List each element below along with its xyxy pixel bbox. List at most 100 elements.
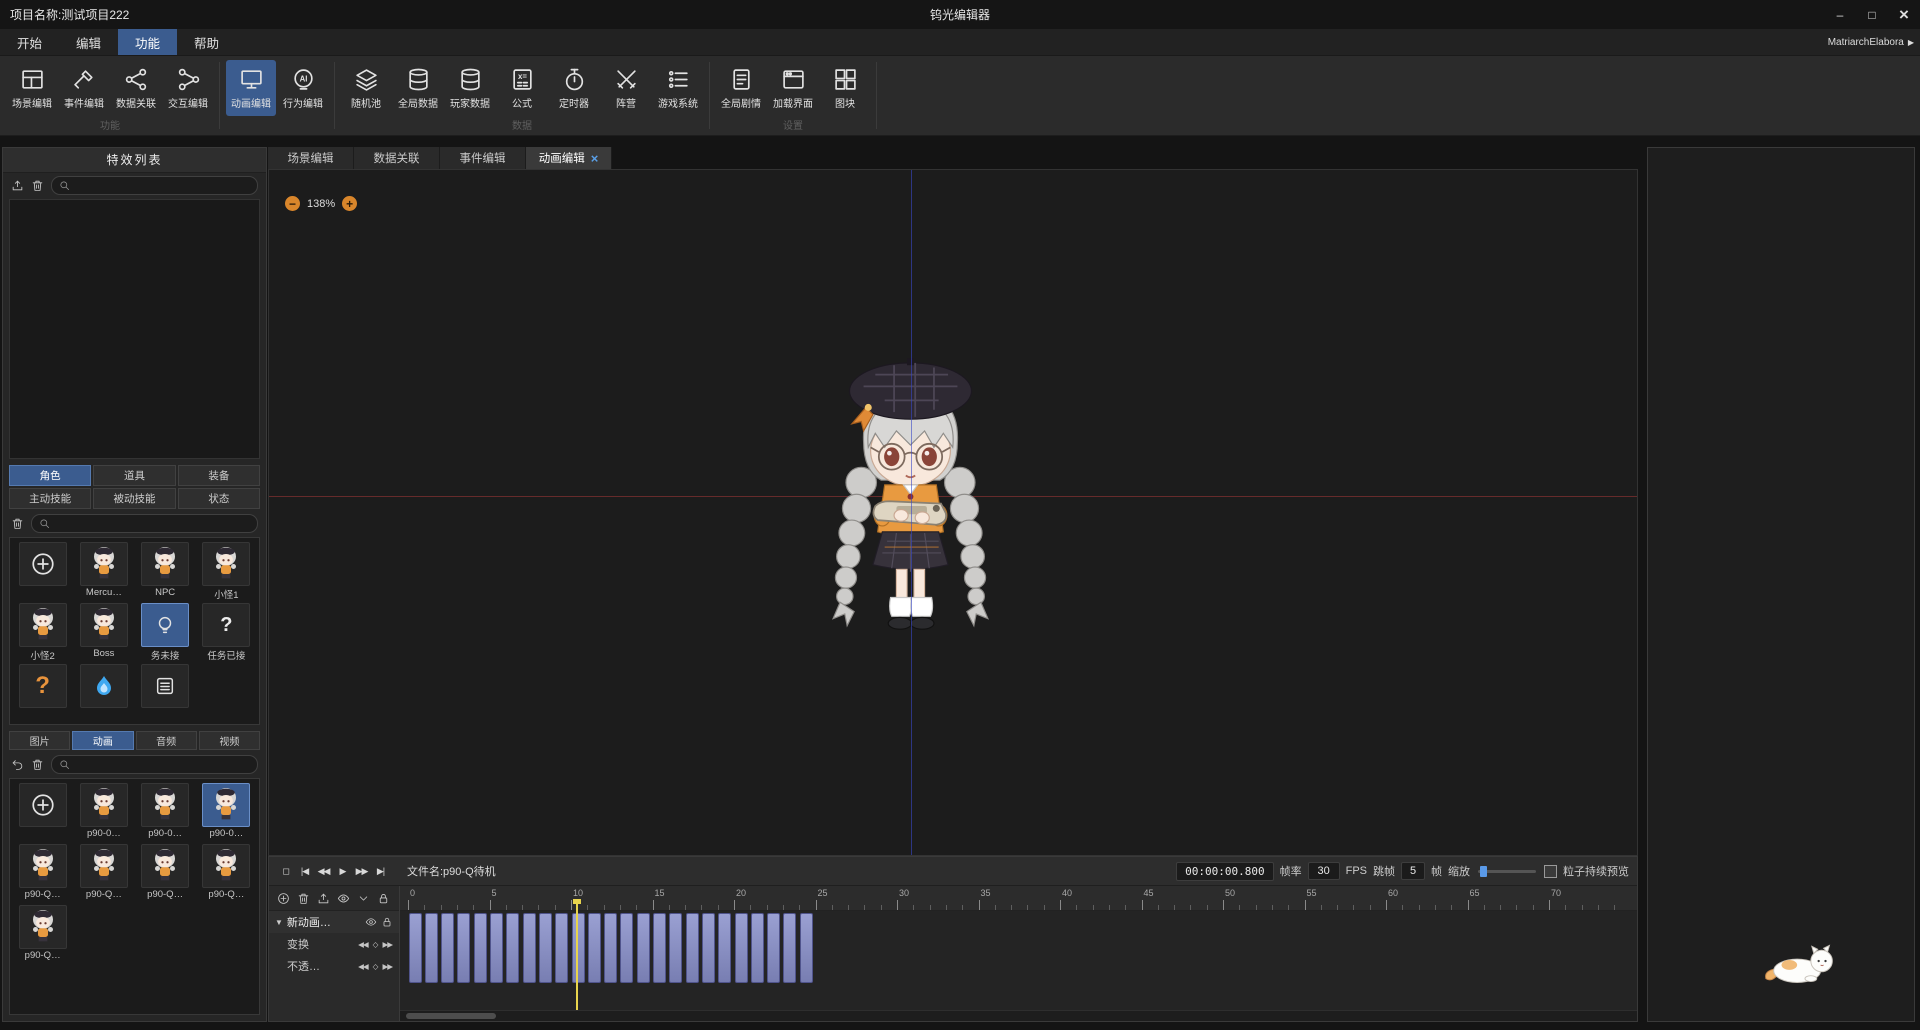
particle-preview-checkbox[interactable]: [1544, 865, 1557, 878]
add-keyframe-button[interactable]: ◇: [372, 940, 379, 949]
menu-item-4[interactable]: 帮助: [177, 29, 236, 55]
ribbon-button-ai[interactable]: AI行为编辑: [278, 60, 328, 116]
zoom-in-button[interactable]: +: [342, 196, 357, 211]
next-keyframe-button[interactable]: ▶▶: [381, 962, 393, 971]
ribbon-button-scene-grid[interactable]: 场景编辑: [7, 60, 57, 116]
eye-icon[interactable]: [365, 916, 377, 928]
keyframe-bar[interactable]: [539, 913, 552, 983]
keyframe-bar[interactable]: [523, 913, 536, 983]
timeline-scrollbar[interactable]: [400, 1010, 1637, 1021]
animation-item-7[interactable]: p90-Q…: [137, 844, 194, 901]
category-tab-3[interactable]: 装备: [178, 465, 260, 486]
animation-item-1[interactable]: [14, 783, 71, 840]
animation-search-input[interactable]: [75, 758, 250, 771]
character-item-4[interactable]: 小怪1: [198, 542, 255, 599]
ribbon-button-system-list[interactable]: 游戏系统: [653, 60, 703, 116]
effects-search-input[interactable]: [75, 179, 250, 192]
trash-button[interactable]: [297, 892, 310, 905]
keyframe-bar[interactable]: [457, 913, 470, 983]
character-search-box[interactable]: [31, 514, 258, 533]
skip-end-icon[interactable]: ▶|: [372, 863, 389, 879]
frameskip-input[interactable]: [1401, 862, 1425, 880]
keyframe-bar[interactable]: [441, 913, 454, 983]
keyframe-bar[interactable]: [572, 913, 585, 983]
media-tab-3[interactable]: 音频: [136, 731, 197, 750]
character-item-1[interactable]: [14, 542, 71, 599]
keyframe-bar[interactable]: [783, 913, 796, 983]
keyframe-bar[interactable]: [425, 913, 438, 983]
animation-item-3[interactable]: p90-0…: [137, 783, 194, 840]
keyframe-bar[interactable]: [669, 913, 682, 983]
fast-forward-icon[interactable]: ▶▶: [353, 863, 370, 879]
ribbon-button-formula[interactable]: x=公式: [497, 60, 547, 116]
effects-list-empty[interactable]: [9, 199, 260, 459]
animation-item-9[interactable]: p90-Q…: [14, 905, 71, 962]
expand-triangle-icon[interactable]: ▼: [275, 918, 283, 927]
animation-item-6[interactable]: p90-Q…: [75, 844, 132, 901]
loop-icon[interactable]: ◻: [277, 863, 294, 879]
category-tab-1[interactable]: 角色: [9, 465, 91, 486]
menu-item-2[interactable]: 编辑: [59, 29, 118, 55]
lock-icon[interactable]: [381, 916, 393, 928]
keyframe-bar[interactable]: [751, 913, 764, 983]
editor-tab-2[interactable]: 数据关联: [354, 147, 440, 169]
track-row-opacity[interactable]: 不透… ◀◀ ◇ ▶▶: [269, 955, 399, 977]
upload-button[interactable]: [11, 179, 24, 192]
category-tab-4[interactable]: 主动技能: [9, 488, 91, 509]
editor-tab-4[interactable]: 动画编辑×: [526, 147, 612, 169]
editor-tab-1[interactable]: 场景编辑: [268, 147, 354, 169]
keyframe-bar[interactable]: [653, 913, 666, 983]
trash-button[interactable]: [31, 179, 44, 192]
keyframe-bar[interactable]: [490, 913, 503, 983]
keyframe-bar[interactable]: [588, 913, 601, 983]
ribbon-button-player-database[interactable]: 玩家数据: [445, 60, 495, 116]
media-tab-4[interactable]: 视频: [199, 731, 260, 750]
close-button[interactable]: ×: [1888, 0, 1920, 29]
prev-keyframe-button[interactable]: ◀◀: [357, 940, 369, 949]
keyframe-bar[interactable]: [506, 913, 519, 983]
keyframe-area[interactable]: [400, 911, 1637, 1010]
upload-button[interactable]: [317, 892, 330, 905]
ribbon-button-layers[interactable]: 随机池: [341, 60, 391, 116]
keyframe-bar[interactable]: [686, 913, 699, 983]
character-item-6[interactable]: Boss: [75, 603, 132, 660]
keyframe-bar[interactable]: [767, 913, 780, 983]
keyframe-bar[interactable]: [620, 913, 633, 983]
editor-tab-3[interactable]: 事件编辑: [440, 147, 526, 169]
slider-handle[interactable]: [1480, 866, 1487, 877]
keyframe-bar[interactable]: [735, 913, 748, 983]
character-item-10[interactable]: [75, 664, 132, 721]
plus-circle-button[interactable]: [277, 892, 290, 905]
character-item-7[interactable]: 务未接: [137, 603, 194, 660]
track-row-transform[interactable]: 变换 ◀◀ ◇ ▶▶: [269, 933, 399, 955]
keyframe-bar[interactable]: [718, 913, 731, 983]
category-tab-5[interactable]: 被动技能: [93, 488, 175, 509]
keyframe-bar[interactable]: [555, 913, 568, 983]
keyframe-bar[interactable]: [800, 913, 813, 983]
user-account-button[interactable]: MatriarchElabora ▶: [1828, 37, 1914, 48]
frame-ruler[interactable]: 0510152025303540455055606570: [400, 886, 1637, 911]
maximize-button[interactable]: □: [1856, 0, 1888, 29]
eye-button[interactable]: [337, 892, 350, 905]
prev-keyframe-button[interactable]: ◀◀: [357, 962, 369, 971]
character-tool-icons[interactable]: [11, 517, 24, 530]
keyframe-bar[interactable]: [637, 913, 650, 983]
lock-button[interactable]: [377, 892, 390, 905]
minimize-button[interactable]: –: [1824, 0, 1856, 29]
ribbon-button-stopwatch[interactable]: 定时器: [549, 60, 599, 116]
animation-item-5[interactable]: p90-Q…: [14, 844, 71, 901]
animation-search-box[interactable]: [51, 755, 258, 774]
keyframe-bar[interactable]: [702, 913, 715, 983]
media-tab-2[interactable]: 动画: [72, 731, 133, 750]
play-icon[interactable]: ▶: [334, 863, 351, 879]
keyframe-bar[interactable]: [604, 913, 617, 983]
character-item-3[interactable]: NPC: [137, 542, 194, 599]
ribbon-button-monitor[interactable]: 动画编辑: [226, 60, 276, 116]
ribbon-button-link-nodes[interactable]: 数据关联: [111, 60, 161, 116]
next-keyframe-button[interactable]: ▶▶: [381, 940, 393, 949]
category-tab-2[interactable]: 道具: [93, 465, 175, 486]
ribbon-button-database[interactable]: 全局数据: [393, 60, 443, 116]
effects-search-box[interactable]: [51, 176, 258, 195]
ribbon-button-script[interactable]: 全局剧情: [716, 60, 766, 116]
trash-button[interactable]: [11, 517, 24, 530]
